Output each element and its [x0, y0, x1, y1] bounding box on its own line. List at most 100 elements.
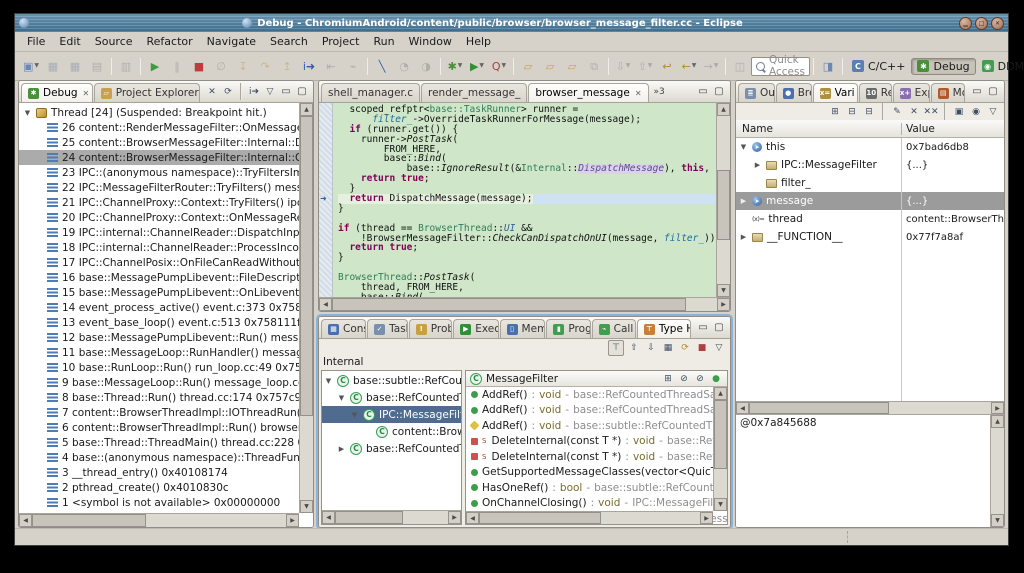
window-menu-icon[interactable] [19, 18, 29, 28]
view-menu-button[interactable]: ▽ [263, 85, 277, 99]
dropdown-arrow-icon[interactable]: ▼ [479, 63, 484, 69]
column-header-name[interactable]: Name [736, 122, 902, 135]
hierarchy-item[interactable]: ▼ C IPC::MessageFilter [322, 406, 461, 423]
next-annotation-button[interactable]: ⇩ ▼ [612, 56, 634, 76]
editor-vertical-scrollbar[interactable]: ▲ ▼ [716, 103, 730, 297]
add-expression-button[interactable]: ✎ [890, 105, 904, 119]
tab-consol[interactable]: ▦ Consol [321, 319, 367, 338]
code-line[interactable]: } [338, 204, 716, 214]
variable-row[interactable]: (x)=thread content::BrowserThread::IO [736, 210, 1004, 228]
minimize-button[interactable]: ▁ [959, 16, 972, 30]
stack-frame-item[interactable]: 13 event_base_loop() event.c:513 0x75811… [19, 315, 299, 330]
scroll-right-icon[interactable]: ▶ [991, 402, 1004, 414]
scroll-thumb[interactable] [749, 402, 890, 414]
scroll-right-icon[interactable]: ▶ [717, 298, 730, 311]
show-inherited-members-button[interactable]: ⊞ [661, 372, 675, 386]
stack-frame-item[interactable]: 3 __thread_entry() 0x40108174 [19, 465, 299, 480]
code-area[interactable]: scoped_refptr< base::TaskRunner > runner =… [333, 103, 716, 297]
dropdown-arrow-icon[interactable]: ▼ [502, 63, 507, 69]
current-execution-line[interactable]: return DispatchMessage(message); [338, 194, 716, 204]
hierarchy-item[interactable]: ▼ Cbase::subtle::RefCountedThrea [322, 372, 461, 389]
menu-source[interactable]: Source [88, 33, 140, 50]
pin-button[interactable]: ◉ [969, 105, 983, 119]
tab-browser-message[interactable]: browser_message ✕ [528, 83, 649, 102]
refresh-button[interactable]: ⟳ [678, 341, 692, 355]
scroll-up-icon[interactable]: ▲ [714, 387, 727, 400]
scroll-down-icon[interactable]: ▼ [300, 500, 313, 513]
tab-proble[interactable]: !Proble [408, 319, 453, 338]
hierarchy-item[interactable]: Ccontent::BrowserMess [322, 423, 461, 440]
new-view-button[interactable]: ▣ [952, 105, 966, 119]
expander-icon[interactable]: ▼ [739, 143, 748, 151]
code-line[interactable]: } [338, 253, 716, 263]
expander-icon[interactable]: ▶ [753, 161, 762, 169]
code-line[interactable]: return true; [338, 243, 716, 253]
last-edit-location-button[interactable]: ↩ [656, 56, 678, 76]
stack-frame-item[interactable]: 17 IPC::ChannelPosix::OnFileCanReadWitho… [19, 255, 299, 270]
detail-vertical-scrollbar[interactable]: ▲ ▼ [990, 415, 1004, 527]
tab-call-hi[interactable]: ⌁Call Hi [591, 319, 636, 338]
member-item[interactable]: S DeleteInternal(const T *) : void - base… [466, 434, 727, 450]
stack-frame-item[interactable]: 1 <symbol is not available> 0x00000000 [19, 495, 299, 510]
tab-tasks[interactable]: ✓Tasks [367, 319, 408, 338]
resume-button[interactable]: ▶ [144, 56, 166, 76]
stack-frame-item[interactable]: 15 base::MessagePumpLibevent::OnLibevent… [19, 285, 299, 300]
open-perspective-button[interactable]: ◨ [817, 56, 839, 76]
stack-frame-item[interactable]: 12 base::MessagePumpLibevent::Run() mess… [19, 330, 299, 345]
close-icon[interactable]: ✕ [83, 89, 90, 98]
link-with-editor-button[interactable]: ⧉ [583, 56, 605, 76]
stack-frame-item[interactable]: 18 IPC::internal::ChannelReader::Process… [19, 240, 299, 255]
editor-horizontal-scrollbar[interactable]: ◀ ▶ [319, 297, 730, 311]
scroll-thumb[interactable] [32, 514, 147, 527]
maximize-button[interactable]: ▢ [295, 85, 309, 99]
dropdown-arrow-icon[interactable]: ▼ [714, 63, 719, 69]
menu-refactor[interactable]: Refactor [140, 33, 200, 50]
members-vertical-scrollbar[interactable]: ▲ ▼ [713, 387, 727, 511]
variable-row[interactable]: ▼ ➤ this 0x7bad6db8 [736, 138, 1004, 156]
open-type-button[interactable]: ▱ [517, 56, 539, 76]
stack-frame-item[interactable]: 4 base::(anonymous namespace)::ThreadFun… [19, 450, 299, 465]
dropdown-arrow-icon[interactable]: ▼ [692, 63, 697, 69]
title-bar[interactable]: Debug - ChromiumAndroid/content/public/b… [15, 14, 1008, 32]
stack-frame-item[interactable]: 19 IPC::internal::ChannelReader::Dispatc… [19, 225, 299, 240]
hierarchy-item[interactable]: ▼ Cbase::RefCountedThreadSaf [322, 389, 461, 406]
run-button[interactable]: ▶ ▼ [466, 56, 488, 76]
tab-shell-manager-c[interactable]: shell_manager.c [321, 83, 421, 102]
scroll-up-icon[interactable]: ▲ [300, 103, 313, 116]
cancel-button[interactable]: ■ [695, 341, 709, 355]
stack-frame-item[interactable]: 9 base::MessageLoop::Run() message_loop.… [19, 375, 299, 390]
expander-icon[interactable]: ▶ [739, 197, 748, 205]
scroll-right-icon[interactable]: ▶ [286, 514, 299, 527]
stack-frame-item[interactable]: 26 content::RenderMessageFilter::OnMessa… [19, 120, 299, 135]
open-plugin-button[interactable]: ▱ [539, 56, 561, 76]
menu-window[interactable]: Window [402, 33, 459, 50]
scroll-thumb[interactable] [335, 511, 403, 524]
save-all-button[interactable]: ▦ [64, 56, 86, 76]
menu-edit[interactable]: Edit [52, 33, 87, 50]
tab-project-explorer[interactable]: ▱ Project Explorer [93, 83, 200, 102]
open-console-button[interactable]: ▥ [115, 56, 137, 76]
scroll-up-icon[interactable]: ▲ [991, 415, 1004, 428]
member-item[interactable]: GetSupportedMessageClasses(vector<QuicTa… [466, 465, 727, 481]
variables-detail-pane[interactable]: @0x7a845688 ▲ ▼ [736, 414, 1004, 527]
minimize-button[interactable]: ▭ [279, 85, 293, 99]
scroll-left-icon[interactable]: ◀ [319, 298, 332, 311]
maximize-button[interactable]: ▢ [712, 85, 726, 99]
menu-help[interactable]: Help [459, 33, 498, 50]
scroll-down-icon[interactable]: ▼ [714, 498, 727, 511]
scroll-thumb[interactable] [479, 512, 601, 524]
scroll-left-icon[interactable]: ◀ [19, 514, 32, 527]
stack-frame-item[interactable]: 25 content::BrowserMessageFilter::Intern… [19, 135, 299, 150]
scroll-down-icon[interactable]: ▼ [717, 284, 730, 297]
stack-frame-item[interactable]: 22 IPC::MessageFilterRouter::TryFilters(… [19, 180, 299, 195]
member-item[interactable]: AddRef() : void - base::subtle::RefCount… [466, 418, 727, 434]
tab-execut[interactable]: ▶Execut [453, 319, 499, 338]
member-item[interactable]: S DeleteInternal(const T *) : void - base… [466, 449, 727, 465]
dropdown-arrow-icon[interactable]: ▼ [648, 63, 653, 69]
stack-frame-item[interactable]: 6 content::BrowserThreadImpl::Run() brow… [19, 420, 299, 435]
remove-all-button[interactable]: ✕✕ [923, 105, 938, 119]
step-over-button[interactable]: ↷ [254, 56, 276, 76]
dropdown-arrow-icon[interactable]: ▼ [626, 63, 631, 69]
member-item[interactable]: HasOneRef() : bool - base::subtle::RefCo… [466, 480, 727, 496]
expander-icon[interactable]: ▼ [337, 394, 346, 402]
